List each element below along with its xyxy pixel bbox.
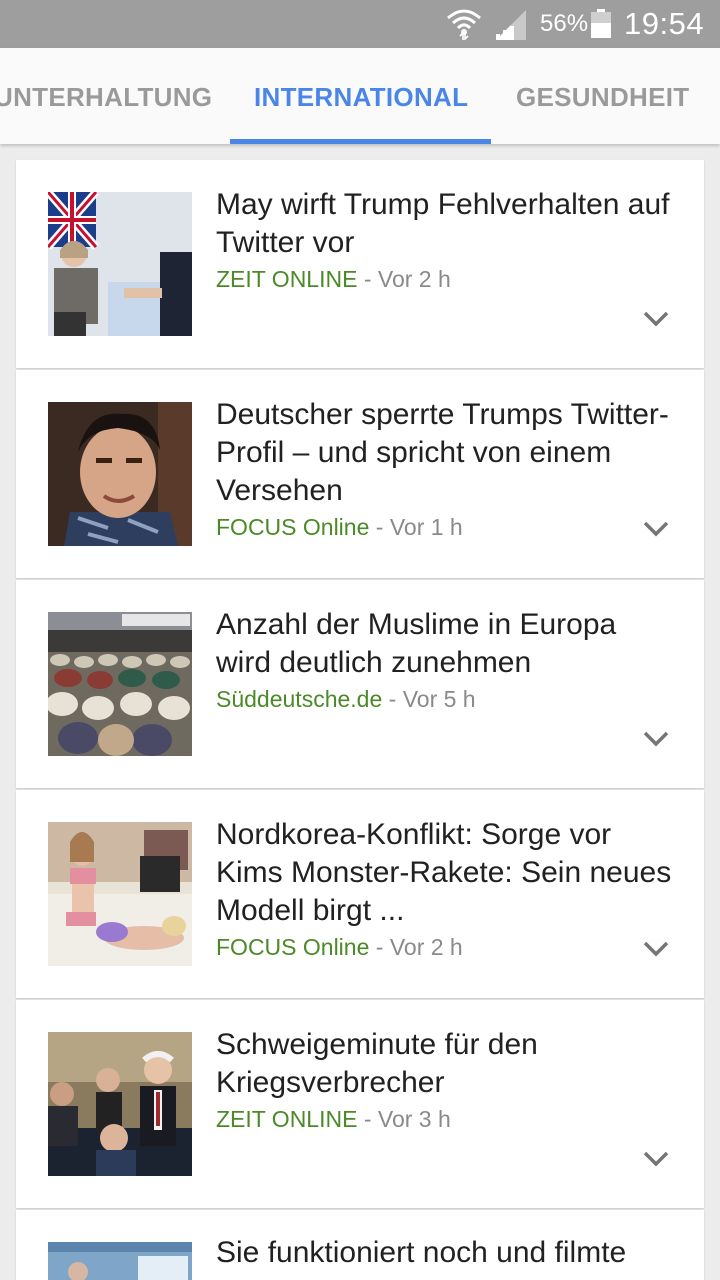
article-title[interactable]: Deutscher sperrte Trumps Twitter-Profil … xyxy=(216,396,676,510)
article-card[interactable]: May wirft Trump Fehlverhalten auf Twitte… xyxy=(16,160,704,368)
article-meta: ZEIT ONLINE - Vor 2 h xyxy=(216,264,676,294)
article-title[interactable]: Sie funktioniert noch und filmte xyxy=(216,1234,676,1272)
article-source: FOCUS Online xyxy=(216,514,370,540)
meta-separator: - xyxy=(382,686,403,712)
article-source: Süddeutsche.de xyxy=(216,686,383,712)
article-time: Vor 3 h xyxy=(377,1106,451,1132)
chevron-down-icon[interactable] xyxy=(642,520,670,538)
tab-gesundheit[interactable]: GESUNDHEIT xyxy=(516,82,689,113)
clock: 19:54 xyxy=(624,6,705,41)
article-card[interactable]: Anzahl der Muslime in Europa wird deutli… xyxy=(16,580,704,788)
chevron-down-icon[interactable] xyxy=(642,1150,670,1168)
selected-tab-indicator xyxy=(230,139,491,144)
article-thumbnail xyxy=(48,1032,192,1176)
article-meta: FOCUS Online - Vor 1 h xyxy=(216,512,676,542)
article-time: Vor 2 h xyxy=(377,266,451,292)
article-thumbnail xyxy=(48,192,192,336)
tab-unterhaltung[interactable]: UNTERHALTUNG xyxy=(0,82,212,113)
article-thumbnail xyxy=(48,1242,192,1280)
battery-percent: 56% xyxy=(540,10,589,37)
chevron-down-icon[interactable] xyxy=(642,310,670,328)
article-card[interactable]: Nordkorea-Konflikt: Sorge vor Kims Monst… xyxy=(16,790,704,998)
meta-separator: - xyxy=(369,514,390,540)
article-source: FOCUS Online xyxy=(216,934,370,960)
chevron-down-icon[interactable] xyxy=(642,730,670,748)
article-thumbnail xyxy=(48,402,192,546)
wifi-icon xyxy=(447,9,481,40)
meta-separator: - xyxy=(357,1106,378,1132)
signal-icon xyxy=(496,10,526,40)
status-bar: 56% 19:54 xyxy=(0,0,720,48)
article-time: Vor 5 h xyxy=(402,686,476,712)
article-title[interactable]: May wirft Trump Fehlverhalten auf Twitte… xyxy=(216,186,676,262)
article-card[interactable]: Deutscher sperrte Trumps Twitter-Profil … xyxy=(16,370,704,578)
chevron-down-icon[interactable] xyxy=(642,940,670,958)
article-thumbnail xyxy=(48,822,192,966)
section-tabs: UNTERHALTUNG INTERNATIONAL GESUNDHEIT xyxy=(0,48,720,144)
article-time: Vor 1 h xyxy=(389,514,463,540)
article-source: ZEIT ONLINE xyxy=(216,266,358,292)
article-meta: FOCUS Online - Vor 2 h xyxy=(216,932,676,962)
article-meta: ZEIT ONLINE - Vor 3 h xyxy=(216,1104,676,1134)
meta-separator: - xyxy=(357,266,378,292)
meta-separator: - xyxy=(369,934,390,960)
article-thumbnail xyxy=(48,612,192,756)
tab-international[interactable]: INTERNATIONAL xyxy=(254,82,468,113)
article-title[interactable]: Nordkorea-Konflikt: Sorge vor Kims Monst… xyxy=(216,816,676,930)
battery-icon xyxy=(591,9,611,38)
article-card[interactable]: Schweigeminute für den Kriegsverbrecher … xyxy=(16,1000,704,1208)
article-meta: Süddeutsche.de - Vor 5 h xyxy=(216,684,676,714)
article-card[interactable]: Sie funktioniert noch und filmte xyxy=(16,1210,704,1280)
article-time: Vor 2 h xyxy=(389,934,463,960)
article-source: ZEIT ONLINE xyxy=(216,1106,358,1132)
article-title[interactable]: Schweigeminute für den Kriegsverbrecher xyxy=(216,1026,676,1102)
article-title[interactable]: Anzahl der Muslime in Europa wird deutli… xyxy=(216,606,676,682)
